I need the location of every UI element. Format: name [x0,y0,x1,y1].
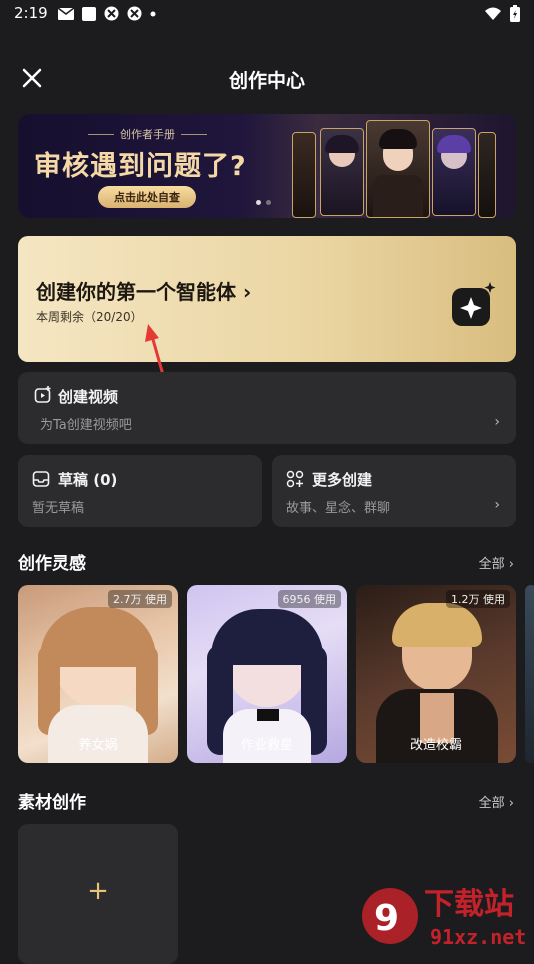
create-agent-title: 创建你的第一个智能体 › [36,280,252,304]
inbox-icon [32,471,50,487]
sparkle-icon [450,280,496,326]
page-title: 创作中心 [228,70,305,92]
weekly-remaining: 本周剩余（20/20） [36,310,143,324]
status-time: 2:19 [14,4,48,22]
character-card [366,120,430,218]
square-icon [82,6,96,21]
app-icon [104,6,119,21]
banner-headline: 审核遇到问题了? [34,151,247,182]
drafts-title: 草稿 (0) [58,471,118,489]
watermark-text: 下载站 [424,887,514,922]
character-card [320,128,364,216]
drafts-subtitle: 暂无草稿 [32,501,85,516]
create-video-title: 创建视频 [58,388,119,406]
usage-badge: 6956 使用 [277,590,341,608]
create-video-subtitle: 为Ta创建视频吧 [40,418,132,433]
character-card [478,132,496,218]
wifi-icon [485,7,501,20]
notification-icons [58,6,156,21]
plus-icon: + [87,876,109,906]
character-card [432,128,476,216]
chevron-right-icon: › [494,497,500,513]
self-check-button[interactable]: 点击此处自查 [98,186,196,208]
inspiration-label: 养女娲 [78,738,118,753]
add-material-button[interactable]: + [18,824,178,964]
inspiration-label: 改造校霸 [409,738,462,753]
chevron-right-icon: › [494,414,500,430]
inspiration-card[interactable]: 6956 使用 作业救星 [187,585,347,763]
video-add-icon [34,386,51,403]
inspiration-label: 作业救星 [240,738,293,753]
system-icons [484,5,520,22]
inspiration-title: 创作灵感 [18,554,86,574]
carousel-dot-active [256,200,261,205]
inspiration-card-partial[interactable] [525,585,534,763]
watermark-url: 91xz.net [430,925,526,949]
usage-badge: 2.7万 使用 [108,590,172,608]
svg-text:9: 9 [374,898,399,939]
character-card [292,132,316,218]
banner-subtitle-row: 创作者手册 [88,126,207,142]
banner-character-cards [286,120,496,218]
more-create-subtitle: 故事、星念、群聊 [286,501,391,516]
material-title: 素材创作 [18,793,86,813]
create-video-card[interactable]: 创建视频 为Ta创建视频吧 › [18,372,516,444]
material-all-link[interactable]: 全部 › [479,792,514,811]
banner-subtitle: 创作者手册 [120,128,175,141]
grid-icon [286,470,304,488]
battery-icon [510,5,520,22]
carousel-dot [266,200,271,205]
carousel-dots [256,200,271,205]
inspiration-all-link[interactable]: 全部 › [479,553,514,572]
watermark-logo: 9 下载站 91xz.net [362,887,526,949]
watermark: 9 下载站 91xz.net [360,880,534,956]
app-icon [127,6,142,21]
more-create-card[interactable]: 更多创建 故事、星念、群聊 › [272,455,516,527]
usage-badge: 1.2万 使用 [446,590,510,608]
creator-handbook-banner[interactable]: 创作者手册 审核遇到问题了? 点击此处自查 [18,114,516,218]
more-create-title: 更多创建 [312,471,373,489]
drafts-card[interactable]: 草稿 (0) 暂无草稿 [18,455,262,527]
inspiration-card[interactable]: 1.2万 使用 改造校霸 [356,585,516,763]
mail-icon [58,7,74,20]
dot-icon [150,11,156,16]
status-bar: 2:19 [0,0,534,28]
create-agent-card[interactable]: 创建你的第一个智能体 › 本周剩余（20/20） [18,236,516,362]
inspiration-card[interactable]: 2.7万 使用 养女娲 [18,585,178,763]
